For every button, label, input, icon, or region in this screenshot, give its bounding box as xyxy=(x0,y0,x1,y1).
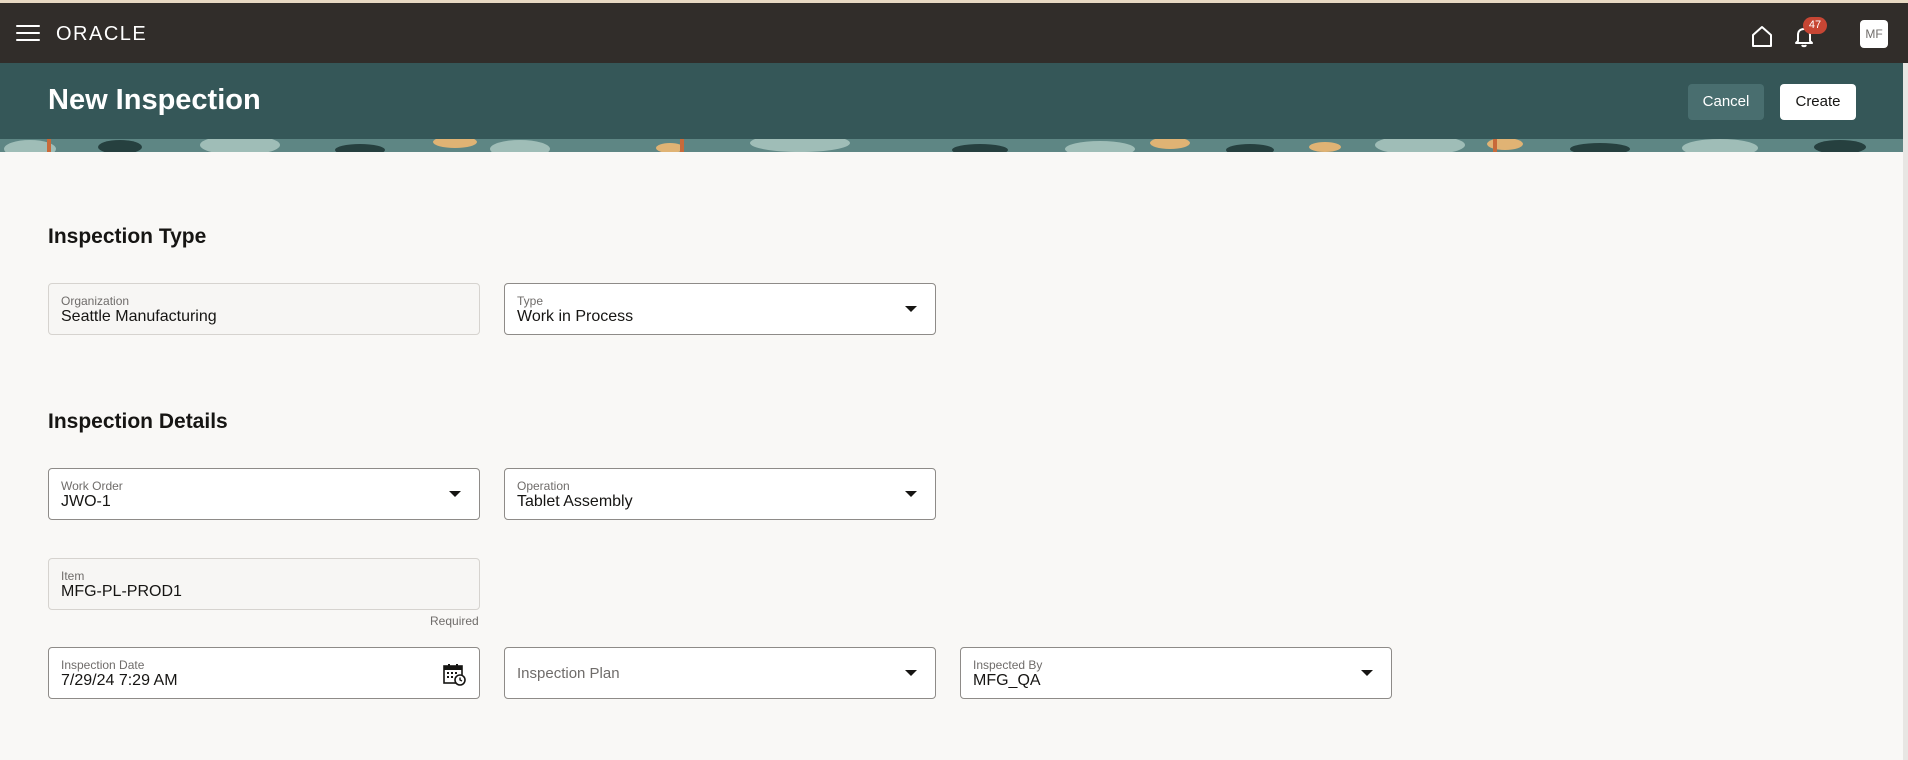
work-order-value: JWO-1 xyxy=(61,493,111,510)
chevron-down-icon[interactable] xyxy=(449,491,461,497)
operation-label: Operation xyxy=(517,479,570,493)
calendar-icon[interactable] xyxy=(442,662,466,686)
inspected-by-select[interactable]: Inspected By MFG_QA xyxy=(960,647,1392,699)
operation-value: Tablet Assembly xyxy=(517,493,633,510)
menu-icon[interactable] xyxy=(16,25,40,43)
chevron-down-icon[interactable] xyxy=(905,306,917,312)
item-label: Item xyxy=(61,569,85,583)
organization-value: Seattle Manufacturing xyxy=(61,308,217,325)
inspection-date-label: Inspection Date xyxy=(61,658,145,672)
page-scrollbar[interactable] xyxy=(1903,63,1908,760)
inspection-plan-select[interactable]: Inspection Plan xyxy=(504,647,936,699)
inspection-date-field[interactable]: Inspection Date 7/29/24 7:29 AM xyxy=(48,647,480,699)
global-header: ORACLE 47 MF xyxy=(0,3,1908,63)
item-field: Item MFG-PL-PROD1 xyxy=(48,558,480,610)
chevron-down-icon[interactable] xyxy=(905,670,917,676)
inspected-by-label: Inspected By xyxy=(973,658,1043,672)
work-order-select[interactable]: Work Order JWO-1 xyxy=(48,468,480,520)
cancel-button[interactable]: Cancel xyxy=(1688,84,1764,120)
type-value: Work in Process xyxy=(517,308,634,325)
operation-select[interactable]: Operation Tablet Assembly xyxy=(504,468,936,520)
organization-label: Organization xyxy=(61,294,130,308)
inspection-plan-label: Inspection Plan xyxy=(517,665,620,682)
inspected-by-value: MFG_QA xyxy=(973,672,1041,689)
section-title-inspection-details: Inspection Details xyxy=(48,410,228,433)
work-order-label: Work Order xyxy=(61,479,123,493)
item-value: MFG-PL-PROD1 xyxy=(61,583,182,600)
chevron-down-icon[interactable] xyxy=(905,491,917,497)
decorative-banner xyxy=(0,139,1903,152)
inspection-date-value: 7/29/24 7:29 AM xyxy=(61,672,178,689)
page-title: New Inspection xyxy=(48,84,261,116)
create-button[interactable]: Create xyxy=(1780,84,1856,120)
type-label: Type xyxy=(517,294,544,308)
notification-count-badge: 47 xyxy=(1803,17,1827,34)
type-select[interactable]: Type Work in Process xyxy=(504,283,936,335)
user-avatar[interactable]: MF xyxy=(1860,20,1888,48)
organization-field: Organization Seattle Manufacturing xyxy=(48,283,480,335)
page-header: New Inspection Cancel Create xyxy=(0,63,1903,139)
chevron-down-icon[interactable] xyxy=(1361,670,1373,676)
required-helper-text: Required xyxy=(430,614,479,628)
oracle-logo[interactable]: ORACLE xyxy=(56,23,147,46)
banner-pattern xyxy=(0,139,1903,152)
section-title-inspection-type: Inspection Type xyxy=(48,225,207,248)
home-icon[interactable] xyxy=(1748,22,1776,50)
